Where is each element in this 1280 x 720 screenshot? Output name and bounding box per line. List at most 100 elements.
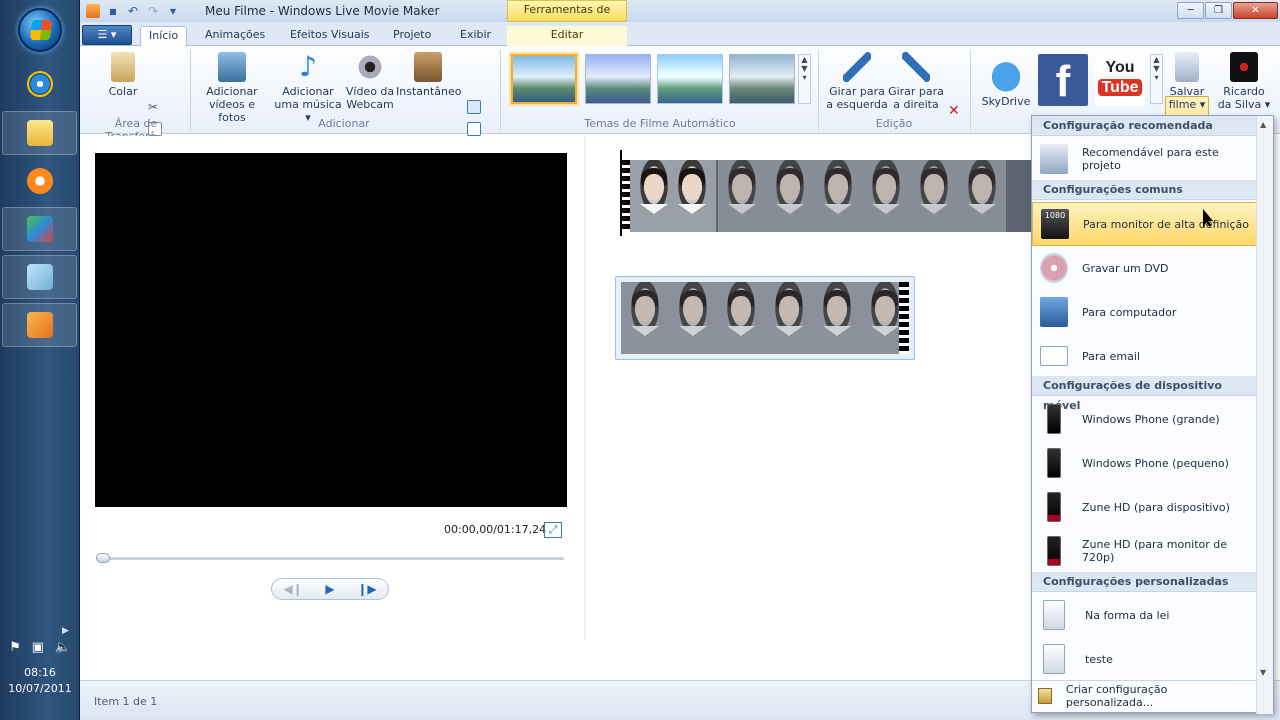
caption-icon[interactable] xyxy=(467,100,481,114)
user-avatar-icon xyxy=(1230,52,1258,82)
video-preview[interactable] xyxy=(95,153,567,507)
next-frame-icon[interactable]: ❙▶ xyxy=(357,582,376,596)
taskbar-notes-button[interactable] xyxy=(2,255,77,299)
user-account-button[interactable]: Ricardo da Silva ▾ xyxy=(1216,52,1272,111)
theme-thumbnail-4[interactable] xyxy=(729,54,795,104)
seek-bar[interactable] xyxy=(96,553,564,563)
menu-item-dvd[interactable]: Gravar um DVD xyxy=(1032,246,1257,290)
clock-date: 10/07/2011 xyxy=(8,682,72,695)
storyboard-clip-2[interactable] xyxy=(621,282,909,354)
app-icon[interactable] xyxy=(86,4,100,18)
menu-item-recommended-project[interactable]: Recomendável para este projeto xyxy=(1032,137,1257,181)
cut-icon[interactable]: ✂ xyxy=(148,100,162,114)
menu-item-zune-device[interactable]: Zune HD (para dispositivo) xyxy=(1032,485,1257,529)
taskbar-explorer-button[interactable] xyxy=(2,111,77,155)
add-videos-button[interactable]: Adicionar vídeos e fotos xyxy=(194,52,270,124)
wmv-file-icon xyxy=(1043,600,1065,630)
taskbar-media-player-button[interactable] xyxy=(2,159,77,203)
add-group-label: Adicionar xyxy=(318,117,370,130)
skydrive-label: SkyDrive xyxy=(981,95,1031,108)
save-icon[interactable]: ▪ xyxy=(106,4,120,18)
tab-efeitos-visuais[interactable]: Efeitos Visuais xyxy=(282,26,378,46)
internet-explorer-icon xyxy=(26,71,53,97)
paste-button[interactable]: Colar xyxy=(106,52,140,98)
menu-item-label: Zune HD (para dispositivo) xyxy=(1082,500,1230,514)
menu-item-label: Para monitor de alta definição xyxy=(1083,217,1249,231)
snapshot-button[interactable]: Instantâneo xyxy=(396,52,462,98)
rotate-right-label: Girar para a direita xyxy=(888,85,944,111)
start-button[interactable] xyxy=(18,8,62,52)
previous-frame-icon[interactable]: ◀❙ xyxy=(283,582,302,596)
webcam-label: Vídeo da Webcam xyxy=(345,85,395,111)
quick-access-toolbar: ▪ ↶ ↷ ▾ xyxy=(80,4,180,18)
taskbar-ie-button[interactable] xyxy=(2,62,77,106)
taskbar-movie-maker-button[interactable] xyxy=(2,303,77,347)
menu-item-label: Windows Phone (grande) xyxy=(1082,412,1220,426)
themes-scroll-control[interactable]: ▲ ▼ ▾ xyxy=(798,54,811,104)
tab-inicio[interactable]: Início xyxy=(140,26,188,46)
theme-thumbnail-1[interactable] xyxy=(511,54,577,104)
webcam-video-button[interactable]: Vídeo da Webcam xyxy=(344,52,396,111)
save-movie-label-wrap[interactable]: Salvar filme ▾ xyxy=(1165,52,1209,111)
menu-item-hd-monitor[interactable]: 1080 Para monitor de alta definição xyxy=(1032,202,1257,246)
storyboard-clip-1[interactable] xyxy=(620,160,1031,232)
seek-thumb[interactable] xyxy=(96,553,110,563)
playback-time: 00:00,00/01:17,24 xyxy=(444,523,547,536)
windows-logo-icon xyxy=(29,20,53,40)
tab-exibir[interactable]: Exibir xyxy=(452,26,499,46)
taskbar: ▶ ⚑ ▣ 🔈 08:16 10/07/2011 xyxy=(0,0,80,720)
fullscreen-icon[interactable]: ⤢ xyxy=(544,522,562,538)
menu-item-wp-large[interactable]: Windows Phone (grande) xyxy=(1032,397,1257,441)
theme-thumbnail-2[interactable] xyxy=(585,54,651,104)
close-button[interactable]: ✕ xyxy=(1233,2,1278,19)
menu-item-label: Para email xyxy=(1082,349,1140,363)
rotate-left-button[interactable]: Girar para a esquerda xyxy=(824,52,890,111)
scroll-down-icon[interactable]: ▼ xyxy=(1260,668,1266,677)
phone-icon xyxy=(1047,448,1061,478)
add-music-button[interactable]: ♪ Adicionar uma música ▾ xyxy=(272,50,344,125)
pane-splitter[interactable] xyxy=(584,136,586,640)
project-settings-icon xyxy=(1040,144,1068,174)
menu-scrollbar[interactable]: ▲ ▼ xyxy=(1256,116,1273,714)
rotate-right-button[interactable]: Girar para a direita xyxy=(888,52,944,111)
tab-projeto[interactable]: Projeto xyxy=(385,26,439,46)
messenger-icon xyxy=(26,216,53,242)
menu-item-label: Na forma da lei xyxy=(1085,608,1170,622)
minimize-button[interactable]: ─ xyxy=(1177,2,1204,19)
clock[interactable]: 08:16 10/07/2011 xyxy=(0,665,80,697)
network-icon[interactable]: ▣ xyxy=(32,640,44,655)
taskbar-messenger-button[interactable] xyxy=(2,207,77,251)
tab-animacoes[interactable]: Animações xyxy=(197,26,273,46)
menu-item-custom-law[interactable]: Na forma da lei xyxy=(1032,593,1257,637)
undo-icon[interactable]: ↶ xyxy=(126,4,140,18)
skydrive-button[interactable]: SkyDrive xyxy=(978,54,1034,108)
redo-icon[interactable]: ↷ xyxy=(146,4,160,18)
menu-item-email[interactable]: Para email xyxy=(1032,334,1257,378)
remove-icon[interactable]: ✕ xyxy=(948,104,962,118)
tray-expand-icon[interactable]: ▶ xyxy=(62,626,69,636)
play-icon[interactable]: ▶ xyxy=(325,582,334,596)
customize-toolbar-icon[interactable]: ▾ xyxy=(166,4,180,18)
menu-item-zune-720[interactable]: Zune HD (para monitor de 720p) xyxy=(1032,529,1257,573)
volume-icon[interactable]: 🔈 xyxy=(54,640,70,655)
menu-item-computer[interactable]: Para computador xyxy=(1032,290,1257,334)
youtube-icon[interactable]: You Tube xyxy=(1095,54,1145,106)
theme-thumbnail-3[interactable] xyxy=(657,54,723,104)
playhead[interactable] xyxy=(620,150,622,236)
facebook-icon[interactable]: f xyxy=(1038,54,1088,106)
ribbon-tabs: ☰ ▾ Início Animações Efeitos Visuais Pro… xyxy=(80,22,1280,46)
menu-item-wp-small[interactable]: Windows Phone (pequeno) xyxy=(1032,441,1257,485)
share-scroll-control[interactable]: ▲ ▼ ▾ xyxy=(1150,54,1163,104)
maximize-button[interactable]: ❐ xyxy=(1205,2,1232,19)
save-movie-label: Salvar filme ▾ xyxy=(1168,85,1206,111)
create-custom-label: Criar configuração personalizada... xyxy=(1065,682,1168,709)
music-note-icon: ♪ xyxy=(299,50,317,83)
scroll-up-icon[interactable]: ▲ xyxy=(1260,120,1266,129)
menu-item-create-custom[interactable]: Criar configuração personalizada... xyxy=(1032,680,1257,710)
action-center-flag-icon[interactable]: ⚑ xyxy=(9,640,21,655)
application-menu-button[interactable]: ☰ ▾ xyxy=(82,25,132,45)
tab-editar[interactable]: Editar xyxy=(507,26,627,46)
hd-monitor-icon: 1080 xyxy=(1041,209,1069,239)
menu-item-custom-test[interactable]: teste xyxy=(1032,637,1257,681)
title-bar: ▪ ↶ ↷ ▾ Meu Filme - Windows Live Movie M… xyxy=(80,0,1280,34)
